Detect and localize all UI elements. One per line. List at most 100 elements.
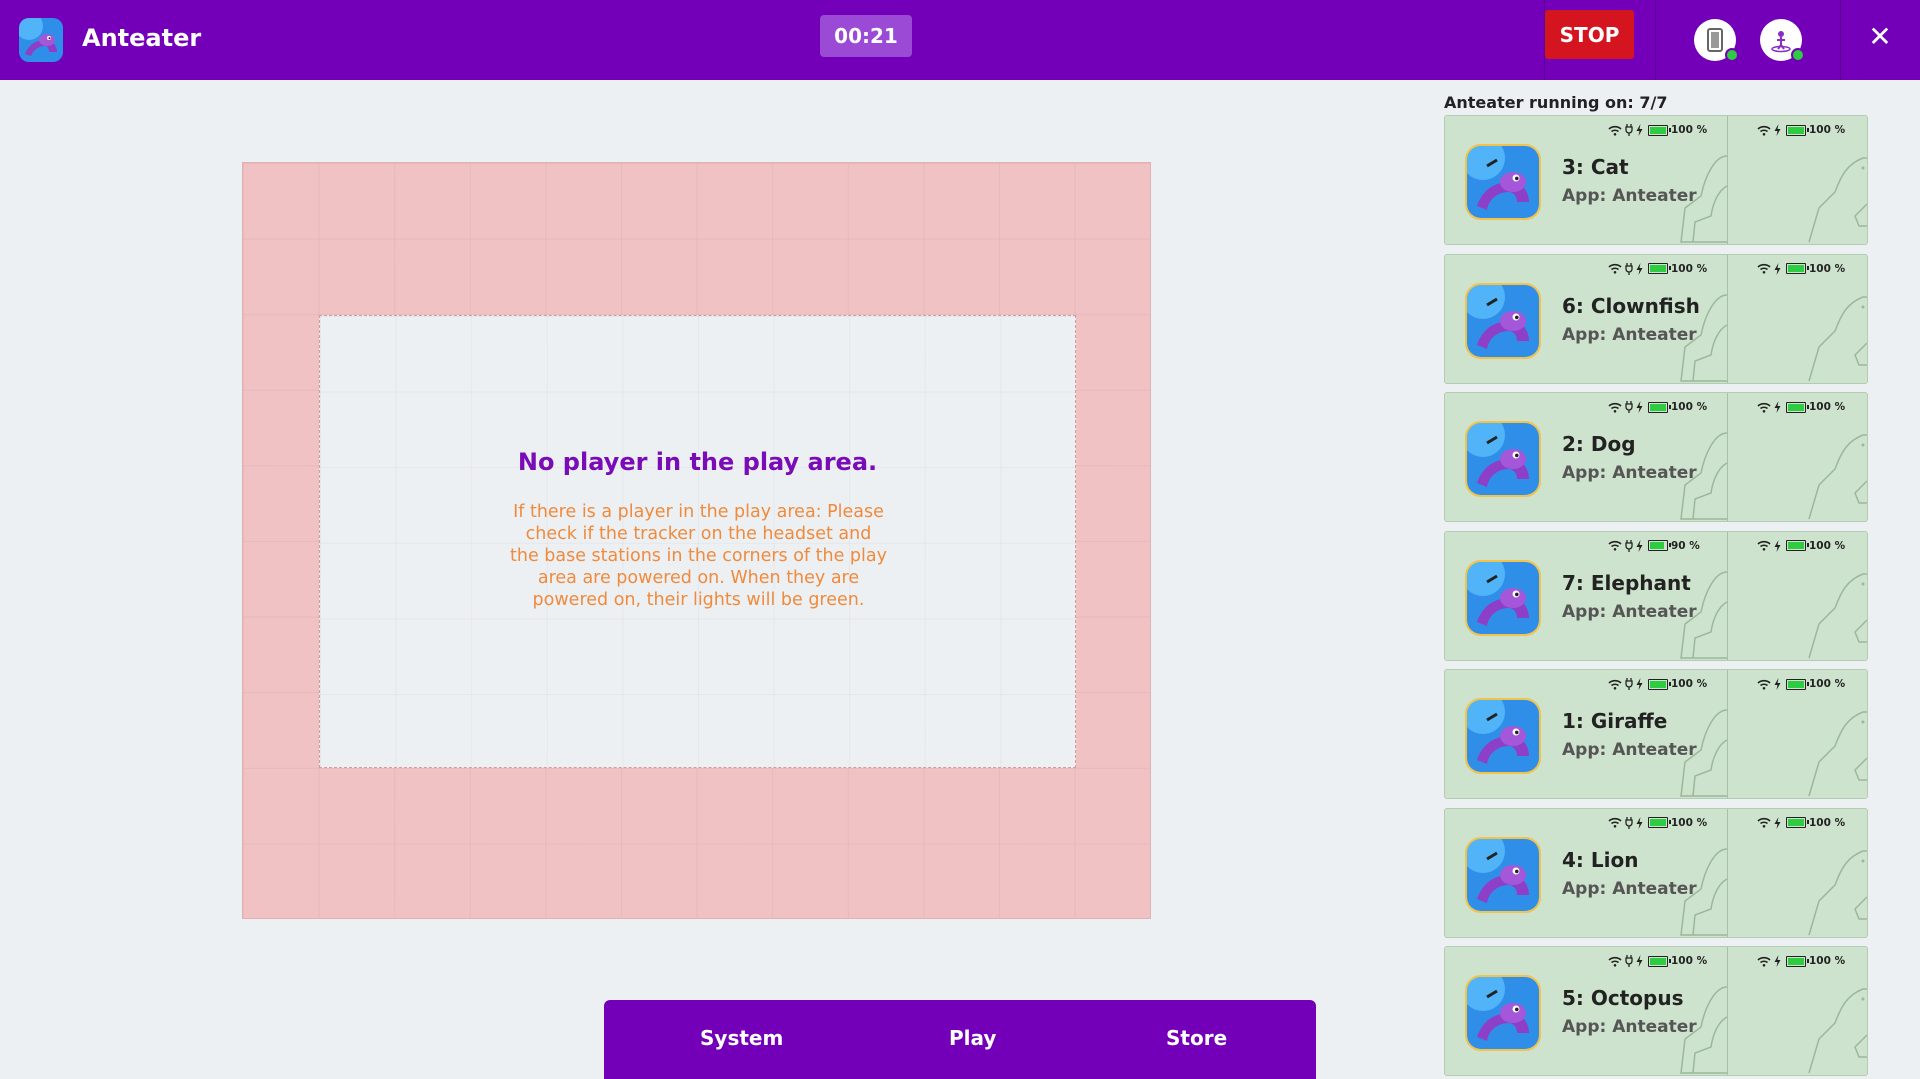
status-ok-indicator [1725,48,1739,62]
player-status-icon[interactable] [1760,19,1805,62]
controller-outline-icon [1808,572,1867,658]
device-card[interactable]: 100 % 100 % 1: Giraffe App: Anteater [1444,669,1868,799]
anteater-app-icon [1465,144,1541,220]
controller-outline-icon [1808,711,1867,797]
device-app-label: App: Anteater [1562,878,1697,899]
no-player-title: No player in the play area. [517,448,878,476]
plug-icon [1625,124,1633,136]
nav-play[interactable]: Play [949,1026,996,1050]
running-count-label: Anteater running on: 7/7 [1444,93,1668,112]
battery-icon [1648,955,1671,967]
anteater-app-icon [1465,836,1541,913]
wifi-icon [1608,263,1622,274]
controller-battery-percent: 100 % [1809,401,1846,413]
device-app-label: App: Anteater [1562,324,1697,345]
headset-battery-percent: 100 % [1671,401,1708,413]
headset-status-row: 100 % [1608,400,1707,414]
anteater-app-icon [1465,698,1541,774]
card-divider [1727,393,1728,521]
battery-icon [1648,817,1671,828]
controller-status-row: 100 % [1757,400,1845,414]
battery-icon [1786,401,1809,413]
nav-store[interactable]: Store [1166,1026,1227,1050]
no-player-message: If there is a player in the play area: P… [510,502,887,610]
plug-icon [1625,539,1633,552]
device-card[interactable]: 100 % 100 % 2: Dog App: Anteater [1444,392,1868,522]
app-title: Anteater [82,24,202,52]
close-icon[interactable]: ✕ [1862,18,1898,54]
headset-battery-percent: 100 % [1671,816,1708,829]
headset-status-icon[interactable] [1694,19,1739,62]
device-card[interactable]: 100 % 100 % 5: Octopus App: Anteater [1444,946,1868,1076]
controller-status-row: 100 % [1757,539,1845,553]
anteater-app-icon [19,18,63,62]
battery-icon [1786,263,1809,274]
charging-bolt-icon [1774,401,1781,413]
wifi-icon [1757,679,1771,690]
battery-icon [1648,263,1671,274]
device-card[interactable]: 100 % 100 % 3: Cat App: Anteater [1444,115,1868,245]
wifi-icon [1757,817,1771,828]
charging-bolt-icon [1774,816,1781,829]
anteater-app-icon [1465,282,1541,359]
battery-icon [1648,401,1671,413]
device-name: 1: Giraffe [1562,709,1668,733]
controller-outline-icon [1808,434,1867,520]
battery-icon [1648,124,1671,136]
controller-battery-percent: 100 % [1809,816,1846,829]
battery-icon [1786,678,1809,690]
charging-bolt-icon [1774,539,1781,552]
wifi-icon [1757,125,1771,136]
anteater-app-icon [1465,559,1541,636]
bottom-nav: System Play Store [604,1000,1316,1079]
card-divider [1727,254,1728,383]
plug-icon [1625,262,1633,275]
controller-status-row: 100 % [1757,123,1845,137]
play-area-safe-zone: No player in the play area. If there is … [319,315,1076,768]
headset-status-row: 100 % [1608,677,1707,691]
controller-outline-icon [1808,849,1867,935]
charging-bolt-icon [1636,816,1643,829]
device-card[interactable]: 100 % 100 % 6: Clownfish App: Anteater [1444,253,1868,384]
battery-icon [1786,124,1809,136]
controller-status-row: 100 % [1757,677,1845,691]
charging-bolt-icon [1774,955,1781,967]
headset-status-row: 100 % [1608,123,1707,137]
wifi-icon [1608,540,1622,551]
plug-icon [1625,678,1633,690]
plug-icon [1625,816,1633,829]
device-card[interactable]: 100 % 100 % 4: Lion App: Anteater [1444,807,1868,938]
charging-bolt-icon [1636,955,1643,967]
wifi-icon [1757,540,1771,551]
card-divider [1727,531,1728,660]
card-divider [1727,808,1728,937]
headset-status-row: 100 % [1608,262,1707,276]
headset-battery-percent: 100 % [1671,955,1708,967]
headset-battery-percent: 100 % [1671,124,1708,136]
device-name: 6: Clownfish [1562,293,1700,318]
header-divider [1840,0,1841,80]
charging-bolt-icon [1636,539,1643,552]
battery-icon [1786,955,1809,967]
wifi-icon [1608,679,1622,690]
charging-bolt-icon [1774,262,1781,275]
top-bar: Anteater 00:21 STOP ✕ [0,0,1920,80]
nav-system[interactable]: System [700,1026,783,1050]
battery-icon [1648,678,1671,690]
battery-icon [1786,540,1809,551]
controller-battery-percent: 100 % [1809,262,1846,275]
plug-icon [1625,401,1633,413]
plug-icon [1625,955,1633,967]
anteater-app-icon [1465,975,1541,1051]
device-card[interactable]: 90 % 100 % 7: Elephant App: Anteater [1444,530,1868,661]
device-name: 5: Octopus [1562,986,1684,1010]
controller-status-row: 100 % [1757,954,1845,968]
wifi-icon [1757,956,1771,967]
controller-outline-icon [1808,157,1867,243]
wifi-icon [1608,956,1622,967]
charging-bolt-icon [1774,124,1781,136]
device-name: 2: Dog [1562,432,1636,456]
anteater-app-icon [1465,421,1541,497]
headset-battery-percent: 100 % [1671,262,1708,275]
stop-button[interactable]: STOP [1545,10,1634,59]
